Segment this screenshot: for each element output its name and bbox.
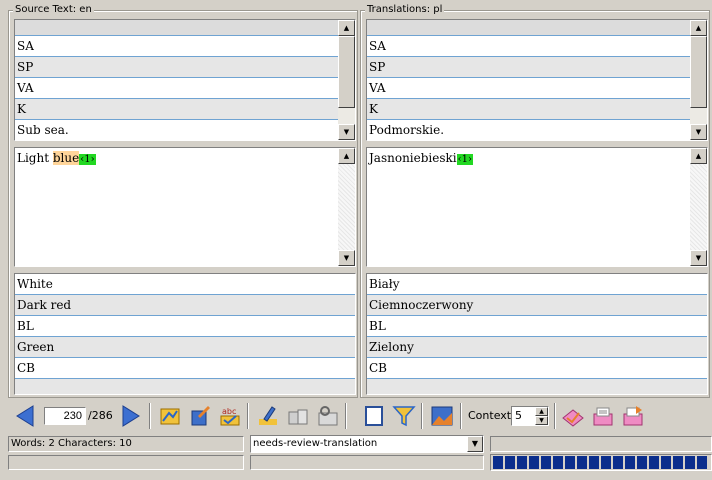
progress-segment [553,456,563,469]
stepper-down-icon[interactable]: ▼ [535,416,548,425]
vertical-scrollbar[interactable]: ▲ ▼ [690,148,707,266]
target-context-list-top[interactable]: SA SP VA K Podmorskie. ▲ ▼ [366,19,708,141]
context-label: Context: [468,409,515,422]
scroll-up-icon[interactable]: ▲ [690,20,707,36]
list-item[interactable]: CB [15,358,355,379]
outbox-icon[interactable] [620,403,646,429]
list-item[interactable]: VA [15,78,338,99]
navigation-toolbar: /286 abc Context: 5 ▲ ▼ [8,399,712,432]
progress-segment [565,456,575,469]
translation-text[interactable]: Jasnoniebieski‹1› [369,150,474,168]
list-item[interactable]: Podmorskie. [367,120,690,140]
document-icon[interactable] [361,403,387,429]
scroll-down-icon[interactable]: ▼ [338,124,355,140]
approve-icon[interactable] [560,403,586,429]
progress-segment [541,456,551,469]
progress-segment [517,456,527,469]
context-stepper[interactable]: 5 ▲ ▼ [511,406,549,426]
list-item[interactable]: SP [15,57,338,78]
vertical-scrollbar[interactable]: ▲ ▼ [338,148,355,266]
memory-icon[interactable] [285,403,311,429]
progress-segment [613,456,623,469]
inbox-icon[interactable] [590,403,616,429]
status-cell [490,436,712,452]
list-item[interactable]: SP [367,57,690,78]
inline-tag[interactable]: ‹1› [456,154,474,165]
list-item[interactable]: White [15,274,355,295]
highlighter-icon[interactable] [255,403,281,429]
chevron-down-icon[interactable]: ▼ [467,436,483,452]
word-count-status: Words: 2 Characters: 10 [8,436,244,452]
svg-text:abc: abc [222,407,236,416]
progress-segment [625,456,635,469]
scroll-down-icon[interactable]: ▼ [690,124,707,140]
progress-segment [673,456,683,469]
progress-segment [493,456,503,469]
translation-state-select[interactable]: needs-review-translation ▼ [250,435,484,453]
target-panel-title: Translations: pl [365,4,445,16]
list-item[interactable]: Sub sea. [15,120,338,140]
status-cell [8,455,244,470]
list-item[interactable]: Zielony [367,337,707,358]
list-item[interactable]: CB [367,358,707,379]
progress-segment [697,456,707,469]
progress-segment [685,456,695,469]
memory-search-icon[interactable] [315,403,341,429]
target-context-list-bottom[interactable]: Biały Ciemnoczerwony BL Zielony CB [366,273,708,395]
scroll-thumb[interactable] [690,36,707,108]
segment-number-input[interactable] [44,407,86,425]
segment-total: /286 [88,409,113,422]
progress-segment [637,456,647,469]
list-item[interactable]: BL [367,316,707,337]
copy-source-icon[interactable] [157,403,183,429]
list-item[interactable]: BL [15,316,355,337]
filter-icon[interactable] [391,403,417,429]
spellcheck-icon[interactable]: abc [217,403,243,429]
edit-icon[interactable] [187,403,213,429]
source-panel: Source Text: en SA SP VA K Sub sea. ▲ ▼ … [8,4,358,398]
source-editor[interactable]: Light blue‹1› ▲ ▼ [14,147,356,267]
vertical-scrollbar[interactable]: ▲ ▼ [690,20,707,140]
forward-arrow-icon[interactable] [118,403,144,429]
target-panel: Translations: pl SA SP VA K Podmorskie. … [360,4,710,398]
image-icon[interactable] [429,403,455,429]
list-item[interactable]: SA [15,36,338,57]
scroll-down-icon[interactable]: ▼ [690,250,707,266]
list-item[interactable]: SA [367,36,690,57]
list-item[interactable]: Green [15,337,355,358]
scroll-thumb[interactable] [338,36,355,108]
list-item[interactable]: K [15,99,338,120]
progress-segment [601,456,611,469]
source-text: Light blue‹1› [17,151,96,165]
vertical-scrollbar[interactable]: ▲ ▼ [338,20,355,140]
scroll-down-icon[interactable]: ▼ [338,250,355,266]
back-arrow-icon[interactable] [12,403,38,429]
progress-segment [529,456,539,469]
source-panel-title: Source Text: en [13,4,94,16]
stepper-up-icon[interactable]: ▲ [535,407,548,416]
progress-segment [589,456,599,469]
status-cell [250,455,484,470]
progress-segment [577,456,587,469]
scroll-up-icon[interactable]: ▲ [338,20,355,36]
list-item[interactable]: VA [367,78,690,99]
progress-segment [649,456,659,469]
progress-segment [505,456,515,469]
target-editor[interactable]: Jasnoniebieski‹1› ▲ ▼ [366,147,708,267]
list-item[interactable]: K [367,99,690,120]
highlighted-term: blue [52,151,80,165]
list-item[interactable]: Biały [367,274,707,295]
list-item[interactable]: Dark red [15,295,355,316]
list-item[interactable]: Ciemnoczerwony [367,295,707,316]
progress-segment [661,456,671,469]
progress-bar [490,454,712,471]
scroll-up-icon[interactable]: ▲ [690,148,707,164]
source-context-list-bottom[interactable]: White Dark red BL Green CB [14,273,356,395]
inline-tag[interactable]: ‹1› [79,154,96,165]
scroll-up-icon[interactable]: ▲ [338,148,355,164]
source-context-list-top[interactable]: SA SP VA K Sub sea. ▲ ▼ [14,19,356,141]
